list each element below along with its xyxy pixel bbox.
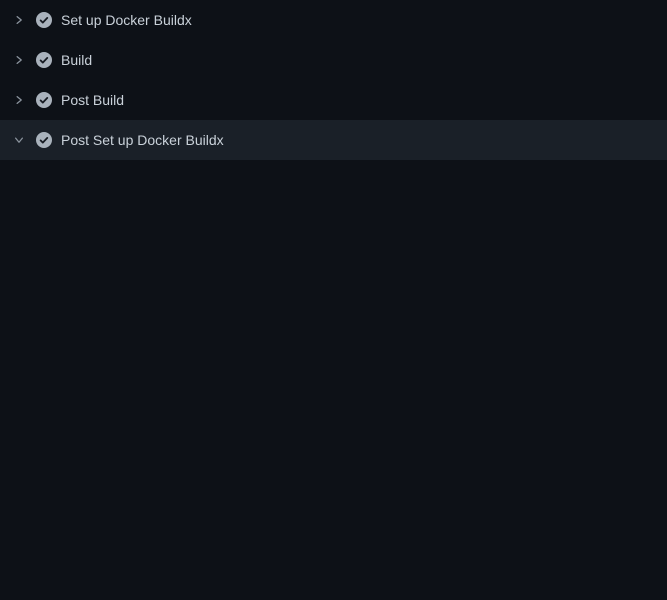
log-line: 7 time="2021-04-23T18:02:37Z" level=warn… [0,309,667,329]
actions-log-viewer: Set up Docker Buildx Build Post Build Po… [0,0,667,600]
step-title: Post Build [61,92,124,108]
log-line: 18 time="2021-04-23T18:02:38Z" level=deb… [0,529,667,549]
chevron-icon [12,53,26,67]
step-title: Post Set up Docker Buildx [61,132,224,148]
log-line: 3 /usr/bin/docker logs buildx_buildkit_b… [0,209,667,229]
check-circle-icon [36,92,52,108]
log-line: 14 time="2021-04-23T18:02:38Z" level=deb… [0,449,667,469]
chevron-icon [12,93,26,107]
log-line: 13 time="2021-04-23T18:02:38Z" level=deb… [0,429,667,449]
chevron-icon [12,133,26,147]
step-header[interactable]: Set up Docker Buildx [0,0,667,40]
log-line: 4 time="2021-04-23T18:02:37Z" level=info… [0,229,667,249]
log-line: 12 time="2021-04-23T18:02:38Z" level=deb… [0,409,667,429]
step-title: Build [61,52,92,68]
log-line: 2 ▼ BuildKit container logs [0,189,667,209]
log-line: 20 time="2021-04-23T18:02:38Z" level=deb… [0,589,667,600]
log-line: 10 time="2021-04-23T18:02:37Z" level=inf… [0,369,667,389]
log-line: 9 time="2021-04-23T18:02:37Z" level=warn… [0,349,667,369]
log-line: application/vnd.oci.image.index.v1+json,… [0,569,667,589]
step-list: Set up Docker Buildx Build Post Build Po… [0,0,667,160]
check-circle-icon [36,52,52,68]
step-title: Set up Docker Buildx [61,12,192,28]
check-circle-icon [36,132,52,148]
step-log-output: 1 Post job cleanup. 2 ▼ BuildKit contain… [0,160,667,600]
log-line: linux/riscv64 linux/ppc641e linux/s390x … [0,289,667,309]
log-line: 15 time="2021-04-23T18:02:38Z" level=deb… [0,469,667,489]
log-line: 8 time="2021-04-23T18:02:37Z" level=info… [0,329,667,349]
log-line: 17 time="2021-04-23T18:02:38Z" level=deb… [0,509,667,529]
log-line: 1 Post job cleanup. [0,169,667,189]
step-header[interactable]: Build [0,40,667,80]
chevron-icon [12,13,26,27]
log-line: 6 time="2021-04-23T18:02:37Z" level=info… [0,269,667,289]
log-line: 5 time="2021-04-23T18:02:37Z" level=warn… [0,249,667,269]
step-header[interactable]: Post Build [0,80,667,120]
log-line: 11 time="2021-04-23T18:02:38Z" level=deb… [0,389,667,409]
log-line: 19 time="2021-04-23T18:02:38Z" level=deb… [0,549,667,569]
check-circle-icon [36,12,52,28]
log-line: 16 time="2021-04-23T18:02:38Z" level=deb… [0,489,667,509]
step-header[interactable]: Post Set up Docker Buildx [0,120,667,160]
